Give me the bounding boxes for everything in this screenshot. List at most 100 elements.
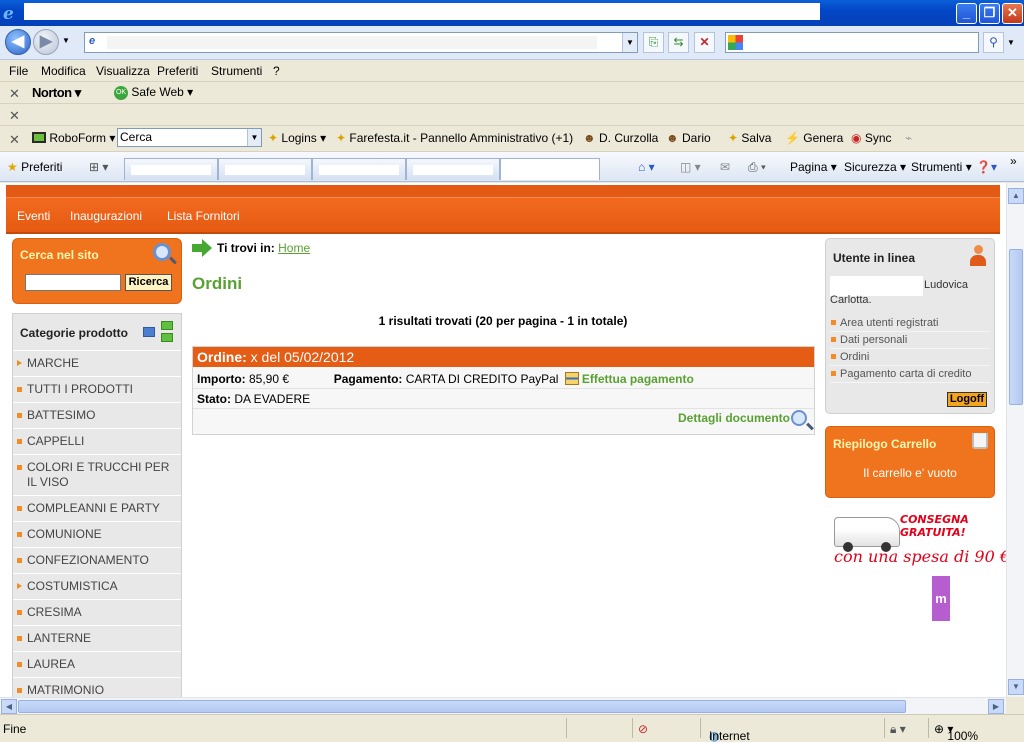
quick-tabs-icon[interactable]: ⊞ ▾: [89, 160, 108, 174]
address-dropdown-icon[interactable]: ▼: [622, 33, 637, 52]
tab-1[interactable]: [124, 158, 218, 180]
pay-now-link[interactable]: Effettua pagamento: [582, 372, 694, 386]
search-title: Cerca nel sito: [20, 248, 99, 262]
print-icon[interactable]: ⎙ ▾: [748, 160, 766, 175]
site-search-input[interactable]: [25, 274, 121, 291]
scroll-left-arrow-icon[interactable]: ◀: [1, 699, 17, 714]
history-dropdown-icon[interactable]: ▼: [62, 36, 70, 45]
category-item[interactable]: COSTUMISTICA: [13, 573, 181, 599]
category-item[interactable]: LAUREA: [13, 651, 181, 677]
privacy-icon[interactable]: ⊘: [638, 722, 648, 736]
arrow-bullet-icon: [17, 360, 22, 366]
free-delivery-banner[interactable]: CONSEGNA GRATUITA! con una spesa di 90 €…: [832, 513, 1006, 569]
roboform-search-input[interactable]: Cerca ▼: [117, 128, 262, 147]
scroll-right-arrow-icon[interactable]: ▶: [988, 699, 1004, 714]
horizontal-scrollbar[interactable]: ◀ ▶: [0, 697, 1006, 714]
feeds-icon[interactable]: ◫ ▾: [680, 160, 701, 174]
compatibility-icon[interactable]: ⎘: [643, 32, 664, 53]
category-item[interactable]: BATTESIMO: [13, 402, 181, 428]
nav-inaugurazioni[interactable]: Inaugurazioni: [70, 209, 142, 223]
close-toolbar-icon[interactable]: ✕: [9, 86, 20, 102]
category-item[interactable]: TUTTI I PRODOTTI: [13, 376, 181, 402]
back-button[interactable]: ◀: [5, 29, 31, 55]
menu-visualizza[interactable]: Visualizza: [96, 64, 150, 78]
site-nav: Eventi Inaugurazioni Lista Fornitori: [6, 185, 1000, 234]
refresh-icon[interactable]: ⇆: [668, 32, 689, 53]
norton-toolbar: ✕ Norton ▾ OK Safe Web ▾: [0, 82, 1024, 104]
more-icon[interactable]: »: [1010, 154, 1017, 168]
norton-logo[interactable]: Norton ▾: [32, 85, 81, 101]
security-menu[interactable]: Sicurezza ▾: [844, 160, 906, 174]
category-item[interactable]: COMUNIONE: [13, 521, 181, 547]
user-second-name: Carlotta.: [830, 294, 872, 306]
nav-eventi[interactable]: Eventi: [17, 209, 50, 223]
category-item[interactable]: MARCHE: [13, 350, 181, 376]
nav-lista-fornitori[interactable]: Lista Fornitori: [167, 209, 240, 223]
horizontal-scroll-thumb[interactable]: [18, 700, 906, 713]
attachment-icon[interactable]: ⌁: [905, 131, 912, 145]
category-item[interactable]: LANTERNE: [13, 625, 181, 651]
menu-file[interactable]: File: [9, 64, 28, 78]
user-link-dati-personali[interactable]: Dati personali: [830, 332, 990, 349]
menu-preferiti[interactable]: Preferiti: [157, 64, 198, 78]
user-link-pagamento[interactable]: Pagamento carta di credito: [830, 366, 990, 383]
address-field[interactable]: e ▼: [84, 32, 638, 53]
restore-button[interactable]: ❐: [979, 3, 1000, 24]
search-input[interactable]: [725, 32, 979, 53]
roboform-button[interactable]: RoboForm ▾: [32, 131, 115, 145]
menu-help[interactable]: ?: [273, 64, 280, 78]
mail-icon[interactable]: ✉: [720, 160, 730, 174]
identity-curzolla-button[interactable]: ☻ D. Curzolla: [583, 131, 658, 145]
category-item[interactable]: CRESIMA: [13, 599, 181, 625]
zoom-control[interactable]: ⊕ 100% ▾: [934, 722, 978, 742]
menu-strumenti[interactable]: Strumenti: [211, 64, 262, 78]
forward-button[interactable]: ▶: [33, 29, 59, 55]
category-item[interactable]: CAPPELLI: [13, 428, 181, 454]
home-icon[interactable]: ⌂ ▾: [638, 160, 655, 174]
search-dropdown-icon[interactable]: ▼: [1007, 38, 1015, 47]
user-link-ordini[interactable]: Ordini: [830, 349, 990, 366]
menu-modifica[interactable]: Modifica: [41, 64, 86, 78]
category-label: CONFEZIONAMENTO: [27, 553, 149, 567]
stop-icon[interactable]: ✕: [694, 32, 715, 53]
tab-4[interactable]: [406, 158, 500, 180]
breadcrumb-home-link[interactable]: Home: [278, 241, 310, 255]
purple-banner[interactable]: m: [932, 576, 950, 621]
favorites-button[interactable]: ★ Preferiti: [7, 160, 62, 174]
close-toolbar-icon[interactable]: ✕: [9, 132, 20, 148]
search-dropdown-icon[interactable]: ▼: [247, 129, 261, 146]
help-icon[interactable]: ❓▾: [976, 160, 997, 174]
generate-button[interactable]: ⚡ Genera: [785, 131, 843, 145]
tab-3[interactable]: [312, 158, 406, 180]
google-icon: [728, 35, 743, 50]
close-toolbar-icon[interactable]: ✕: [9, 108, 20, 124]
identity-dario-button[interactable]: ☻ Dario: [666, 131, 711, 145]
protected-mode-icon[interactable]: 🔒︎ ▾: [890, 722, 906, 737]
pannello-login-button[interactable]: ✦ Farefesta.it - Pannello Amministrativo…: [336, 131, 573, 145]
close-button[interactable]: ✕: [1002, 3, 1023, 24]
scroll-down-arrow-icon[interactable]: ▼: [1008, 679, 1024, 695]
search-icon[interactable]: ⚲: [983, 32, 1004, 53]
magnifier-icon[interactable]: [791, 410, 807, 426]
sync-button[interactable]: ◉ Sync: [851, 131, 892, 145]
tools-menu[interactable]: Strumenti ▾: [911, 160, 972, 174]
category-item[interactable]: COLORI E TRUCCHI PER IL VISO: [13, 454, 181, 495]
search-button[interactable]: Ricerca: [125, 274, 172, 291]
save-button[interactable]: ✦ Salva: [728, 131, 771, 145]
tab-active[interactable]: [500, 158, 600, 180]
category-item[interactable]: MATRIMONIO: [13, 677, 181, 697]
category-item[interactable]: CONFEZIONAMENTO: [13, 547, 181, 573]
minimize-button[interactable]: _: [956, 3, 977, 24]
logins-button[interactable]: ✦ Logins ▾: [268, 131, 326, 145]
vertical-scroll-thumb[interactable]: [1009, 249, 1023, 405]
tab-2[interactable]: [218, 158, 312, 180]
page-menu[interactable]: Pagina ▾: [790, 160, 837, 174]
vertical-scrollbar[interactable]: ▲ ▼: [1006, 183, 1024, 697]
logoff-button[interactable]: Logoff: [947, 392, 987, 407]
category-item[interactable]: COMPLEANNI E PARTY: [13, 495, 181, 521]
document-details-link[interactable]: Dettagli documento: [678, 411, 790, 425]
breadcrumb: Ti trovi in: Home: [217, 241, 310, 255]
safeweb-button[interactable]: OK Safe Web ▾: [114, 85, 193, 100]
scroll-up-arrow-icon[interactable]: ▲: [1008, 188, 1024, 204]
user-link-area-utenti[interactable]: Area utenti registrati: [830, 315, 990, 332]
